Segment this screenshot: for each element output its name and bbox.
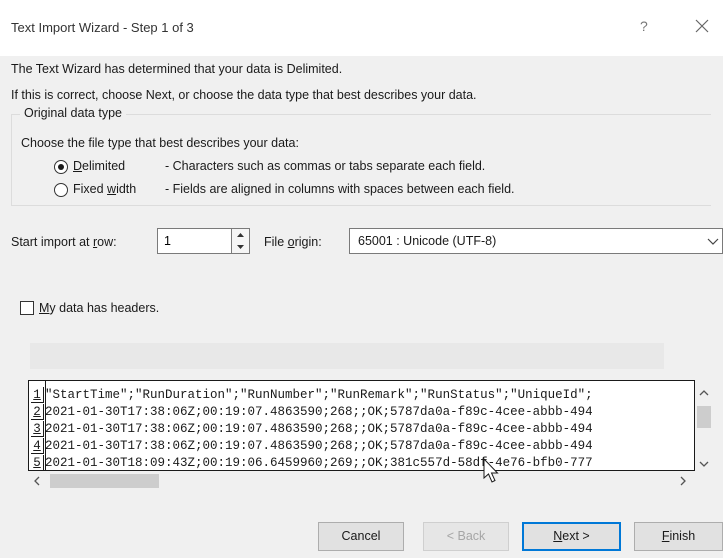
chevron-down-icon xyxy=(707,238,719,245)
finish-label-rest: inish xyxy=(669,529,696,543)
fixed-width-label-rest: idth xyxy=(116,182,137,196)
file-origin-label-rest: rigin: xyxy=(294,235,322,249)
start-row-input[interactable] xyxy=(157,228,232,254)
intro-line-1: The Text Wizard has determined that your… xyxy=(11,62,343,76)
preview-row: 4 2021-01-30T17:38:06Z;00:19:07.4863590;… xyxy=(29,438,694,455)
preview-row-number: 3 xyxy=(31,421,44,437)
start-row-spinner[interactable] xyxy=(232,228,250,254)
start-row-label-pre: Start import at xyxy=(11,235,93,249)
start-row-label-rest: ow: xyxy=(97,235,117,249)
finish-button[interactable]: Finish xyxy=(634,522,723,551)
file-origin-value: 65001 : Unicode (UTF-8) xyxy=(358,234,497,248)
preview-row-number: 2 xyxy=(31,404,44,420)
spin-down-icon xyxy=(237,245,244,249)
headers-checkbox[interactable] xyxy=(20,301,34,315)
preview-row-number: 5 xyxy=(31,455,44,470)
file-origin-label-pre: File xyxy=(264,235,288,249)
delimited-description: - Characters such as commas or tabs sepa… xyxy=(165,159,486,173)
start-row-label: Start import at row: xyxy=(11,235,117,249)
title-bar: Text Import Wizard - Step 1 of 3 ? xyxy=(0,0,723,56)
delimited-label-rest: elimited xyxy=(82,159,126,173)
delimited-label[interactable]: Delimited xyxy=(73,159,125,173)
preview-row-text: 2021-01-30T18:09:43Z;00:19:06.6459960;26… xyxy=(45,456,593,470)
preview-horizontal-scrollbar[interactable] xyxy=(28,471,695,490)
spin-up-button[interactable] xyxy=(232,229,249,241)
mouse-cursor-icon xyxy=(483,458,499,483)
fixed-width-label-pre: Fixed xyxy=(73,182,108,196)
file-origin-accel: o xyxy=(287,235,295,249)
preview-header-bar xyxy=(30,343,664,369)
preview-row-number: 4 xyxy=(31,438,44,454)
preview-row-text: 2021-01-30T17:38:06Z;00:19:07.4863590;26… xyxy=(45,439,593,453)
preview-row: 5 2021-01-30T18:09:43Z;00:19:06.6459960;… xyxy=(29,455,694,470)
horizontal-scroll-thumb[interactable] xyxy=(50,474,159,488)
close-icon xyxy=(695,19,709,33)
fixed-width-radio[interactable] xyxy=(54,183,68,197)
preview-row: 2 2021-01-30T17:38:06Z;00:19:07.4863590;… xyxy=(29,404,694,421)
fixed-width-accel: w xyxy=(107,182,117,196)
window-title: Text Import Wizard - Step 1 of 3 xyxy=(11,20,194,35)
headers-accel: M xyxy=(39,301,50,315)
vertical-scroll-thumb[interactable] xyxy=(697,406,711,428)
cancel-button[interactable]: Cancel xyxy=(318,522,404,551)
preview-row-text: 2021-01-30T17:38:06Z;00:19:07.4863590;26… xyxy=(45,422,593,436)
file-origin-label: File origin: xyxy=(264,235,322,249)
fixed-width-description: - Fields are aligned in columns with spa… xyxy=(165,182,515,196)
preview-vertical-scrollbar[interactable] xyxy=(695,380,713,471)
scroll-right-icon[interactable] xyxy=(678,475,688,487)
preview-row-text: "StartTime";"RunDuration";"RunNumber";"R… xyxy=(45,388,593,402)
scroll-down-icon[interactable] xyxy=(697,458,711,470)
preview-row-number: 1 xyxy=(31,387,44,403)
next-button[interactable]: Next > xyxy=(522,522,621,551)
fixed-width-label[interactable]: Fixed width xyxy=(73,182,136,196)
headers-checkbox-label[interactable]: My data has headers. xyxy=(39,301,159,315)
delimited-accel: D xyxy=(73,159,83,173)
spin-down-button[interactable] xyxy=(232,241,249,253)
choose-file-type-label: Choose the file type that best describes… xyxy=(21,136,299,150)
file-origin-select[interactable]: 65001 : Unicode (UTF-8) xyxy=(349,228,723,254)
spin-up-icon xyxy=(237,233,244,237)
back-button[interactable]: < Back xyxy=(423,522,509,551)
delimited-radio[interactable] xyxy=(54,160,68,174)
preview-row: 1 "StartTime";"RunDuration";"RunNumber";… xyxy=(29,387,694,404)
scroll-up-icon[interactable] xyxy=(697,387,711,399)
next-accel: N xyxy=(553,529,563,543)
data-preview: 1 "StartTime";"RunDuration";"RunNumber";… xyxy=(28,380,695,471)
next-label-rest: ext > xyxy=(562,529,590,543)
help-button[interactable]: ? xyxy=(640,18,648,34)
scroll-left-icon[interactable] xyxy=(32,475,42,487)
intro-line-2: If this is correct, choose Next, or choo… xyxy=(11,88,477,102)
group-legend: Original data type xyxy=(20,106,126,120)
headers-label-rest: y data has headers. xyxy=(49,301,160,315)
close-button[interactable] xyxy=(690,14,714,38)
preview-row: 3 2021-01-30T17:38:06Z;00:19:07.4863590;… xyxy=(29,421,694,438)
preview-row-text: 2021-01-30T17:38:06Z;00:19:07.4863590;26… xyxy=(45,405,593,419)
